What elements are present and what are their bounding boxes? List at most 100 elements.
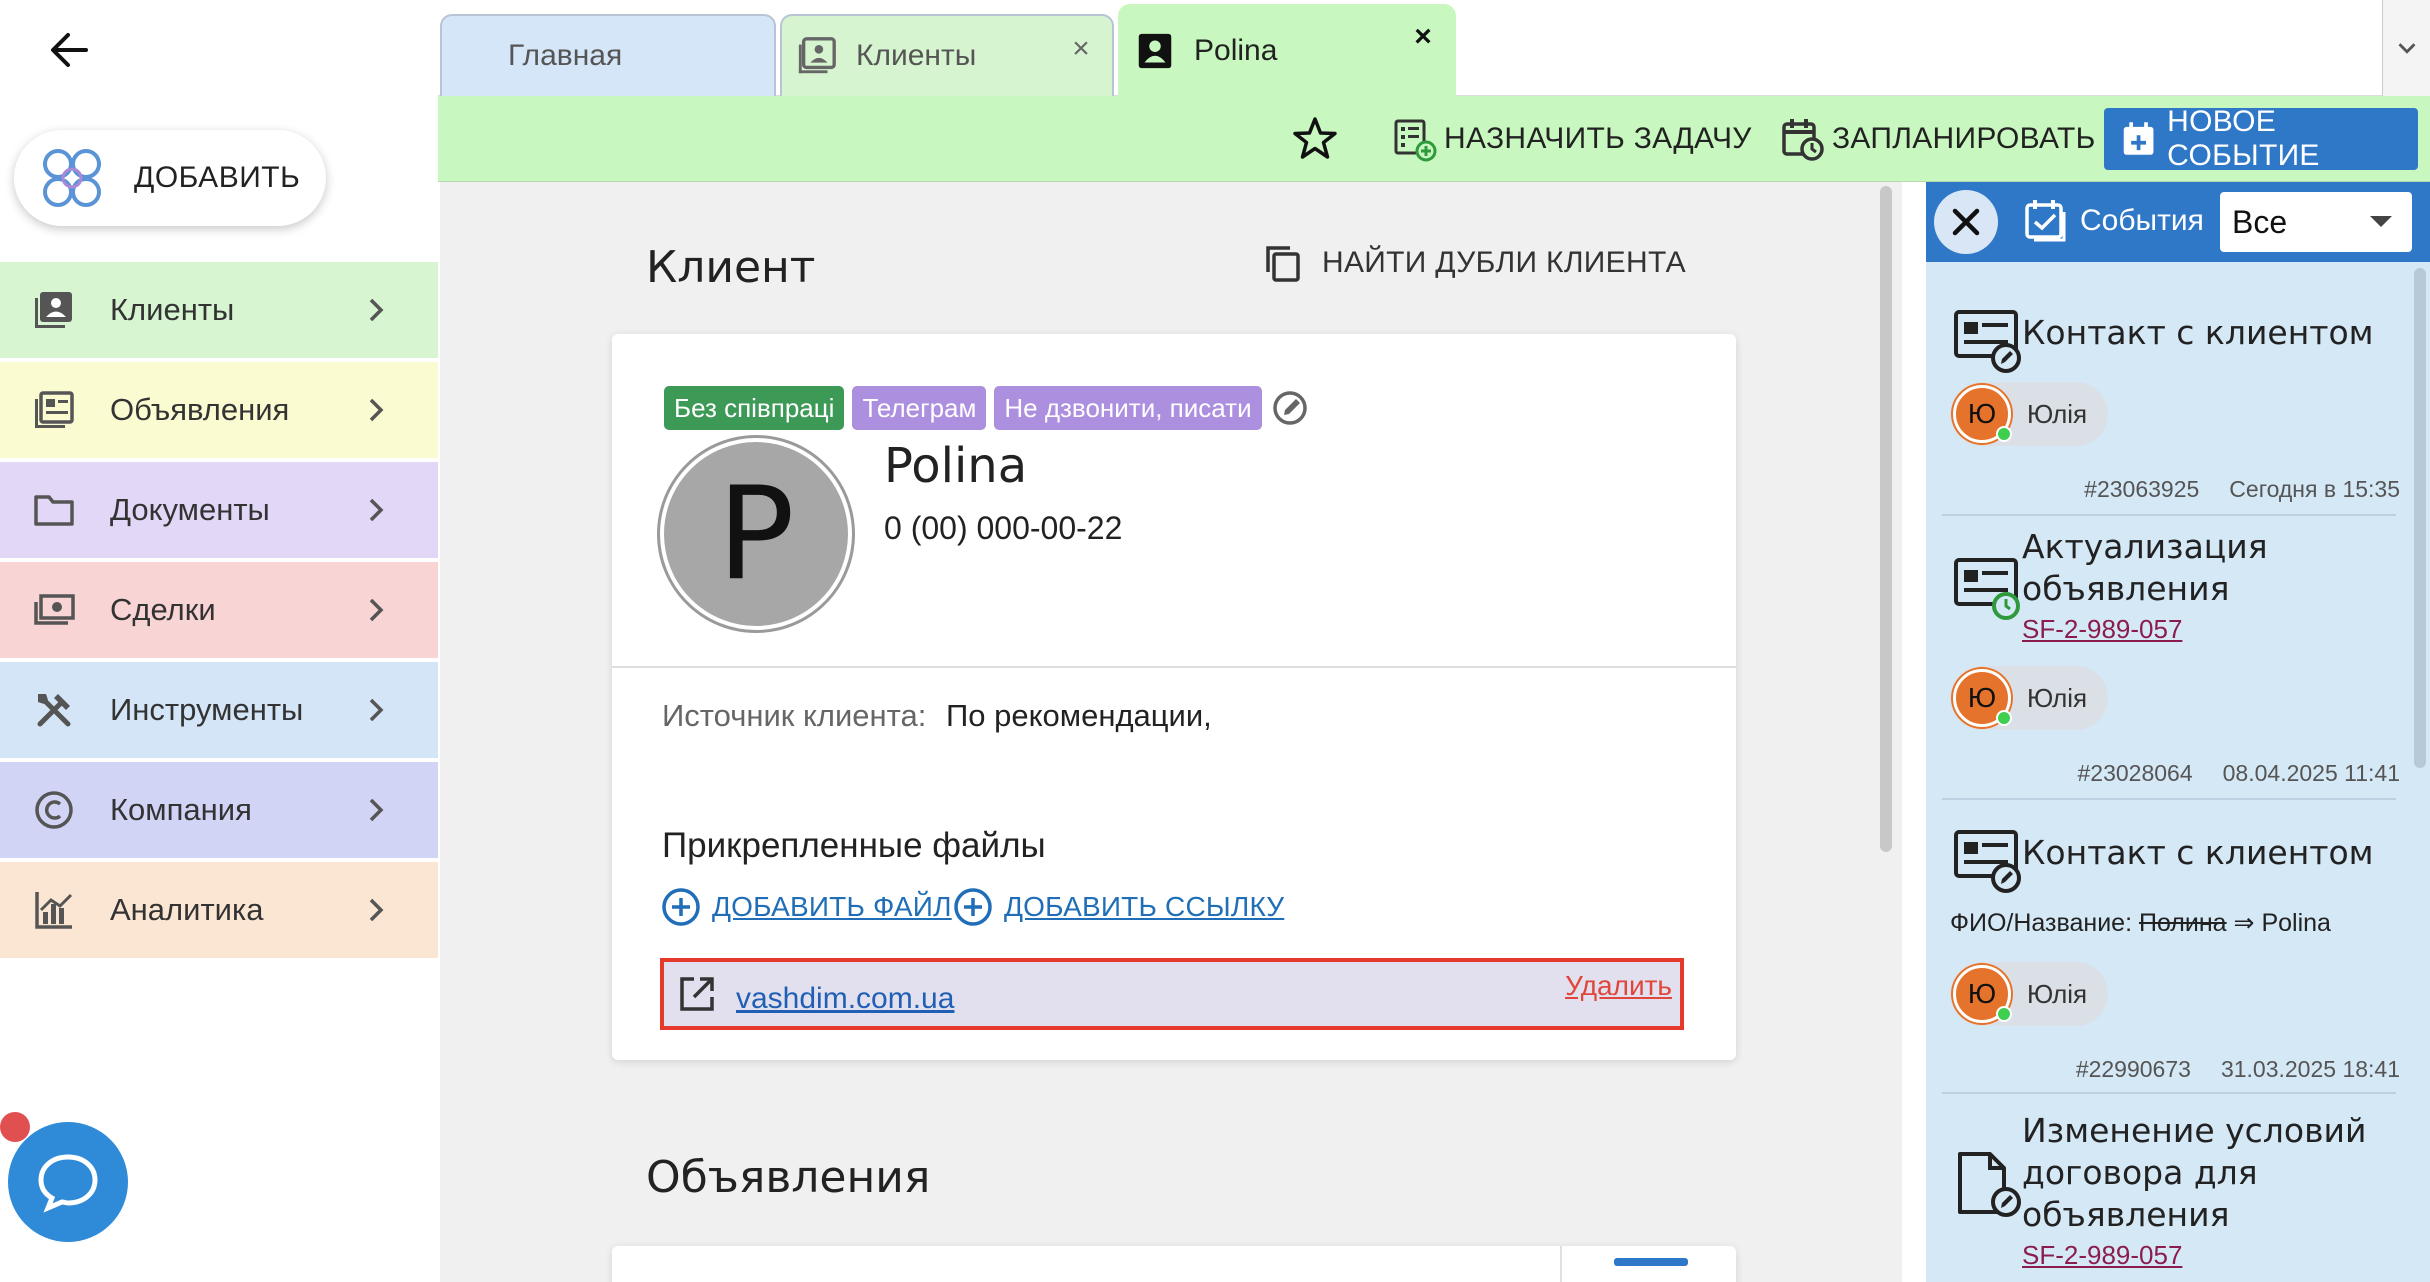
event-item[interactable]: Контакт с клиентом ФИО/Название: Полина …	[1940, 812, 2400, 1112]
sidebar-item-company[interactable]: Компания	[0, 762, 438, 858]
source-value: По рекомендации,	[946, 698, 1212, 733]
listing-link[interactable]: SF-2-989-057	[2022, 614, 2182, 645]
assign-task-button[interactable]: НАЗНАЧИТЬ ЗАДАЧУ	[1392, 96, 1752, 182]
tab-bar: Главная Клиенты × Polina ×	[438, 0, 2430, 96]
user-avatar: Ю	[1953, 669, 2012, 727]
listings-action-button[interactable]	[1614, 1258, 1688, 1266]
chevron-down-icon	[2370, 216, 2392, 227]
user-name: Юлія	[2027, 682, 2088, 713]
new-event-label: НОВОЕ СОБЫТИЕ	[2167, 105, 2320, 172]
source-label: Источник клиента:	[662, 698, 927, 733]
events-header: События Все	[1926, 182, 2430, 262]
chevron-right-icon	[369, 298, 384, 322]
update-listing-icon	[1954, 558, 2020, 620]
user-chip: Ю Юлія	[1950, 382, 2108, 446]
open-external-icon[interactable]	[676, 973, 718, 1015]
add-link-button[interactable]: ДОБАВИТЬ ССЫЛКУ	[952, 886, 1284, 928]
schedule-button[interactable]: ЗАПЛАНИРОВАТЬ	[1780, 96, 2096, 182]
tab-home[interactable]: Главная	[440, 14, 776, 96]
listings-section-title: Объявления	[646, 1152, 931, 1203]
listings-icon	[30, 386, 78, 434]
event-name: Контакт с клиентом	[2022, 313, 2374, 352]
attached-files-title: Прикрепленные файлы	[662, 826, 1046, 865]
tag-badge: Без співпраці	[664, 386, 845, 430]
event-item[interactable]: Изменение условий договора для объявлени…	[1940, 1110, 2400, 1282]
edit-tags-icon[interactable]	[1270, 388, 1310, 428]
event-item[interactable]: Актуализация объявления SF-2-989-057 Ю Ю…	[1940, 526, 2400, 806]
tab-clients[interactable]: Клиенты ×	[780, 14, 1114, 96]
listing-link[interactable]: SF-2-989-057	[2022, 1240, 2182, 1271]
event-name: договора для	[2022, 1153, 2258, 1192]
delete-link-button[interactable]: Удалить	[1565, 970, 1672, 1002]
chevron-right-icon	[369, 798, 384, 822]
plus-circle-icon	[954, 888, 992, 926]
schedule-label: ЗАПЛАНИРОВАТЬ	[1832, 122, 2096, 155]
back-button[interactable]	[40, 24, 100, 76]
events-filter-select[interactable]: Все	[2220, 192, 2412, 252]
divider	[1560, 1246, 1562, 1282]
close-icon	[1952, 208, 1980, 236]
tools-icon	[30, 686, 78, 734]
main-scrollbar[interactable]	[1880, 186, 1892, 852]
action-toolbar: НАЗНАЧИТЬ ЗАДАЧУ ЗАПЛАНИРОВАТЬ НОВОЕ СОБ…	[438, 96, 2430, 182]
client-section-title: Клиент	[646, 242, 816, 293]
tab-close-button[interactable]: ×	[1064, 32, 1098, 66]
tag-badge: Телеграм	[852, 386, 987, 430]
sidebar-item-documents[interactable]: Документы	[0, 462, 438, 558]
sidebar-item-label: Объявления	[110, 392, 290, 427]
star-icon[interactable]	[1290, 114, 1340, 164]
sidebar-item-clients[interactable]: Клиенты	[0, 262, 438, 358]
tab-client-polina[interactable]: Polina ×	[1118, 4, 1456, 96]
online-dot	[1996, 710, 2012, 726]
tabs-dropdown-button[interactable]	[2382, 0, 2430, 96]
sidebar-item-analytics[interactable]: Аналитика	[0, 862, 438, 958]
find-duplicates-button[interactable]: НАЙТИ ДУБЛИ КЛИЕНТА	[1262, 242, 1686, 284]
online-dot	[1996, 426, 2012, 442]
money-icon	[30, 586, 78, 634]
divider	[1942, 1092, 2396, 1094]
event-id: #23028064	[2077, 760, 2193, 786]
chevron-right-icon	[369, 498, 384, 522]
event-date: Сегодня в 15:35	[2229, 476, 2400, 502]
close-events-button[interactable]	[1934, 190, 1998, 254]
add-button-label: ДОБАВИТЬ	[134, 161, 301, 194]
attached-link[interactable]: vashdim.com.ua	[736, 982, 954, 1016]
add-file-button[interactable]: ДОБАВИТЬ ФАЙЛ	[660, 886, 952, 928]
new-event-button[interactable]: НОВОЕ СОБЫТИЕ	[2104, 105, 2418, 172]
sidebar-item-label: Аналитика	[110, 892, 264, 927]
tab-label: Клиенты	[856, 39, 977, 72]
tab-close-button[interactable]: ×	[1406, 20, 1440, 54]
chevron-right-icon	[369, 398, 384, 422]
client-tags: Без співпраці Телеграм Не дзвонити, писа…	[664, 386, 1310, 430]
event-name: Актуализация	[2022, 527, 2268, 566]
sidebar-item-listings[interactable]: Объявления	[0, 362, 438, 458]
chat-button[interactable]	[8, 1122, 128, 1242]
add-button[interactable]: ДОБАВИТЬ	[14, 130, 326, 226]
contacts-icon	[30, 286, 78, 334]
sidebar-item-label: Компания	[110, 792, 252, 827]
calendar-check-icon	[2025, 200, 2066, 242]
sidebar-item-deals[interactable]: Сделки	[0, 562, 438, 658]
events-title: События	[2080, 204, 2204, 237]
sidebar-item-tools[interactable]: Инструменты	[0, 662, 438, 758]
plus-circle-icon	[662, 888, 700, 926]
analytics-icon	[30, 886, 78, 934]
tab-label: Polina	[1194, 34, 1278, 67]
avatar-letter: P	[717, 459, 795, 609]
events-scrollbar[interactable]	[2414, 268, 2426, 768]
change-new-value: Polina	[2261, 909, 2331, 937]
client-phone[interactable]: 0 (00) 000-00-22	[884, 510, 1122, 547]
calendar-add-icon	[2123, 122, 2154, 155]
sidebar-item-label: Инструменты	[110, 692, 304, 727]
events-filter-value: Все	[2232, 203, 2288, 240]
event-meta: #23028064 08.04.2025 11:41	[2078, 760, 2400, 787]
chevron-right-icon	[369, 698, 384, 722]
assign-task-icon	[1394, 119, 1437, 162]
event-name: Контакт с клиентом	[2022, 833, 2374, 872]
main-content: Клиент НАЙТИ ДУБЛИ КЛИЕНТА Без співпраці…	[440, 182, 1902, 1282]
sidebar: ДОБАВИТЬ Клиенты Объявления Документы Сд…	[0, 0, 438, 1282]
contacts-icon	[798, 37, 836, 74]
add-link-label: ДОБАВИТЬ ССЫЛКУ	[1004, 891, 1285, 922]
add-file-label: ДОБАВИТЬ ФАЙЛ	[712, 891, 952, 922]
arrow-left-icon	[51, 33, 88, 67]
